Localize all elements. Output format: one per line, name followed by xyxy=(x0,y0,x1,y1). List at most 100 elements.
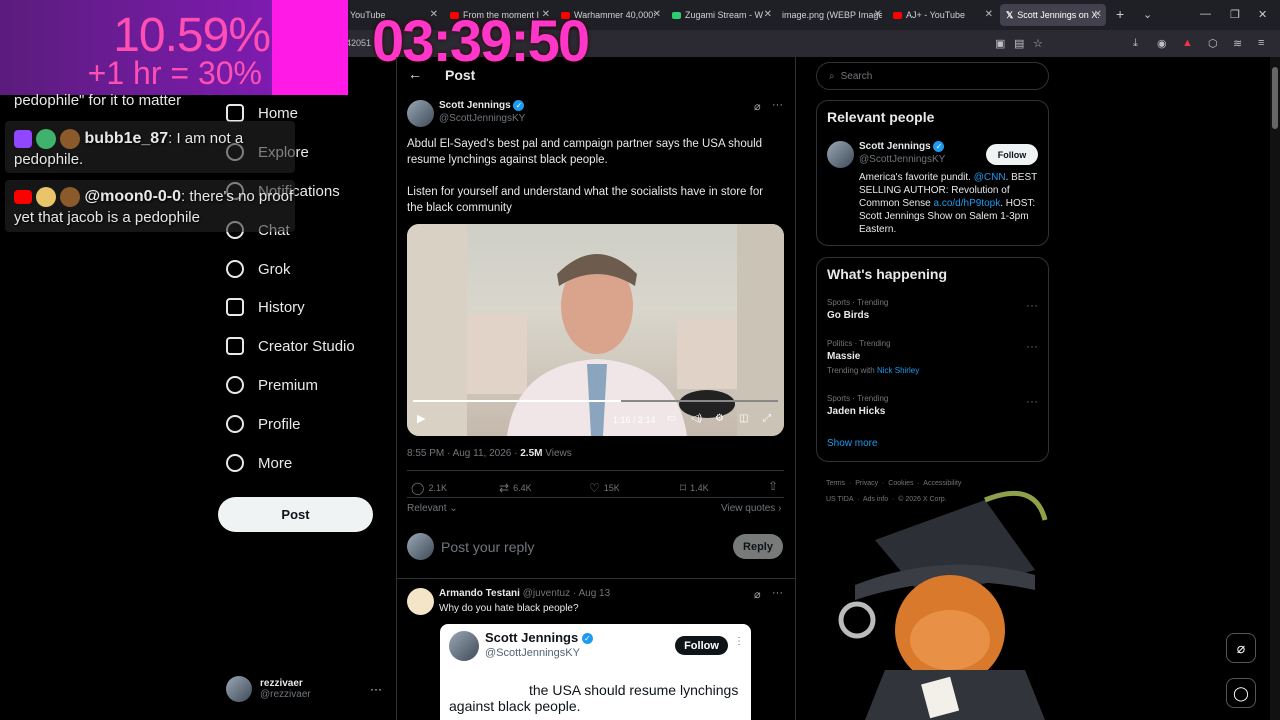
nav-more[interactable]: More xyxy=(226,454,292,472)
nav-creator-studio[interactable]: Creator Studio xyxy=(226,337,355,355)
avatar[interactable] xyxy=(407,100,434,127)
post-text: Abdul El-Sayed's best pal and campaign p… xyxy=(407,138,763,166)
account-icon[interactable]: ◉ xyxy=(1157,37,1167,50)
nav-history[interactable]: History xyxy=(226,298,305,316)
grok-icon[interactable]: ⌀ xyxy=(754,588,761,601)
nav-profile[interactable]: Profile xyxy=(226,415,301,433)
share-icon[interactable]: ⇧ xyxy=(768,479,778,493)
scrollbar-thumb[interactable] xyxy=(1272,67,1278,129)
more-icon[interactable]: ··· xyxy=(1026,394,1038,408)
avatar[interactable] xyxy=(407,588,434,615)
account-switcher[interactable]: rezzivaer @rezzivaer xyxy=(226,676,311,702)
youtube-icon xyxy=(14,190,32,205)
close-icon[interactable]: ✕ xyxy=(985,9,993,20)
bookmark-star-icon[interactable]: ☆ xyxy=(1033,37,1043,50)
post-handle[interactable]: @ScottJenningsKY xyxy=(439,113,525,124)
trend-item[interactable]: Politics · Trending Massie Trending with … xyxy=(827,339,919,375)
divider xyxy=(397,578,795,579)
post-button[interactable]: Post xyxy=(218,497,373,532)
scrollbar[interactable] xyxy=(1270,57,1280,720)
person-handle[interactable]: @ScottJenningsKY xyxy=(859,154,945,165)
trend-item[interactable]: Sports · Trending Jaden Hicks xyxy=(827,394,888,417)
close-icon[interactable]: ✕ xyxy=(653,9,661,20)
reply-date[interactable]: · Aug 13 xyxy=(573,588,610,599)
tab-scott-jennings[interactable]: 𝕏 Scott Jennings on X: ✕ xyxy=(1000,4,1106,26)
reply-author[interactable]: Armando Testani xyxy=(439,588,520,599)
menu-icon[interactable]: ≡ xyxy=(1258,37,1264,49)
follow-button[interactable]: Follow xyxy=(986,144,1038,165)
quoted-tweet-image[interactable]: Scott Jennings ✓ @ScottJenningsKY Follow… xyxy=(440,624,751,720)
twitch-icon xyxy=(14,130,32,149)
close-icon[interactable]: ✕ xyxy=(764,9,772,20)
reader-view-icon[interactable]: ▤ xyxy=(1014,37,1024,50)
window-close-icon[interactable]: ✕ xyxy=(1258,8,1267,21)
views-count: 2.5M xyxy=(520,448,543,459)
picture-in-picture-icon[interactable]: ▣ xyxy=(995,37,1005,50)
nav-grok[interactable]: Grok xyxy=(226,260,291,278)
more-icon[interactable]: ··· xyxy=(772,99,783,111)
divider xyxy=(407,470,784,471)
account-more-icon[interactable]: ··· xyxy=(370,682,382,696)
verified-icon: ✓ xyxy=(581,633,593,645)
bookmark-button[interactable]: ⌑ 1.4K xyxy=(680,481,709,495)
like-button[interactable]: ♡ 15K xyxy=(589,481,620,495)
back-arrow-icon[interactable]: ← xyxy=(408,66,422,82)
extensions-icon[interactable]: ⬡ xyxy=(1208,37,1218,50)
chat-message: pedophile" for it to matter xyxy=(14,92,182,109)
tab-zugami[interactable]: Zugami Stream - W ✕ xyxy=(672,4,772,26)
show-more-link[interactable]: Show more xyxy=(827,438,878,449)
post-author[interactable]: Scott Jennings xyxy=(439,100,511,111)
video-player[interactable]: ▶ 1:16 / 2:14 ▭ ◁) ⚙ ◫ ⤢ xyxy=(407,224,784,436)
more-icon[interactable]: ··· xyxy=(772,587,783,599)
downloads-icon[interactable]: ⤓ xyxy=(1133,37,1138,50)
avatar[interactable] xyxy=(827,141,854,168)
close-icon[interactable]: ✕ xyxy=(1094,9,1102,20)
extension-icon[interactable]: ▲ xyxy=(1182,37,1193,49)
video-progress-track[interactable] xyxy=(413,400,778,402)
post-timestamp[interactable]: 8:55 PM · Aug 11, 2026 · xyxy=(407,448,517,459)
new-tab-icon[interactable]: + xyxy=(1116,6,1124,22)
address-bar[interactable]: 42051 xyxy=(346,38,371,48)
reply-button[interactable]: Reply xyxy=(733,534,783,559)
nav-home[interactable]: Home xyxy=(226,104,298,122)
grok-icon[interactable]: ⌀ xyxy=(754,100,761,113)
trend-item[interactable]: Sports · Trending Go Birds xyxy=(827,298,888,321)
reply-count: 2.1K xyxy=(428,483,447,493)
tab-ajplus[interactable]: AJ+ - YouTube ✕ xyxy=(893,4,993,26)
trend-extra-link[interactable]: Nick Shirley xyxy=(877,366,919,375)
emote-icon xyxy=(60,187,81,208)
nav-premium[interactable]: Premium xyxy=(226,376,318,394)
divider xyxy=(407,497,784,498)
reply-count-button[interactable]: ◯ 2.1K xyxy=(411,481,447,495)
bio-link[interactable]: a.co/d/hP9topk xyxy=(933,198,1000,209)
captions-icon[interactable]: ▭ xyxy=(667,413,676,424)
settings-icon[interactable]: ⚙ xyxy=(715,413,724,424)
settings-icon[interactable]: ≋ xyxy=(1233,37,1242,50)
x-logo-icon: 𝕏 xyxy=(1006,9,1014,20)
minimize-icon[interactable]: — xyxy=(1200,8,1211,20)
avatar xyxy=(449,631,479,661)
reply-icon: ◯ xyxy=(411,481,425,495)
tab-image[interactable]: image.png (WEBP Image ✕ xyxy=(782,4,882,26)
bio-link[interactable]: @CNN xyxy=(974,172,1006,183)
more-icon[interactable]: ··· xyxy=(1026,298,1038,312)
tab-list-icon[interactable]: ⌄ xyxy=(1143,8,1152,21)
more-icon[interactable]: ··· xyxy=(1026,339,1038,353)
fullscreen-icon[interactable]: ⤢ xyxy=(763,413,771,424)
page-title: Post xyxy=(445,67,476,83)
reply-handle[interactable]: @juventuz xyxy=(523,588,570,599)
repost-button[interactable]: ⇄ 6.4K xyxy=(499,481,532,495)
sort-dropdown[interactable]: Relevant ⌄ xyxy=(407,503,458,514)
search-input[interactable]: ⌕ Search xyxy=(816,62,1049,90)
video-frame xyxy=(407,224,784,436)
grok-float-button[interactable]: ⌀ xyxy=(1226,633,1256,663)
person-name[interactable]: Scott Jennings xyxy=(859,141,931,152)
reply-input[interactable]: Post your reply xyxy=(441,539,534,555)
play-icon[interactable]: ▶ xyxy=(417,412,425,425)
messages-float-button[interactable]: ◯ xyxy=(1226,678,1256,708)
volume-icon[interactable]: ◁) xyxy=(691,413,702,424)
close-icon[interactable]: ✕ xyxy=(874,9,882,20)
maximize-icon[interactable]: ❐ xyxy=(1230,8,1240,21)
pip-icon[interactable]: ◫ xyxy=(739,413,748,424)
view-quotes-link[interactable]: View quotes › xyxy=(721,503,781,514)
